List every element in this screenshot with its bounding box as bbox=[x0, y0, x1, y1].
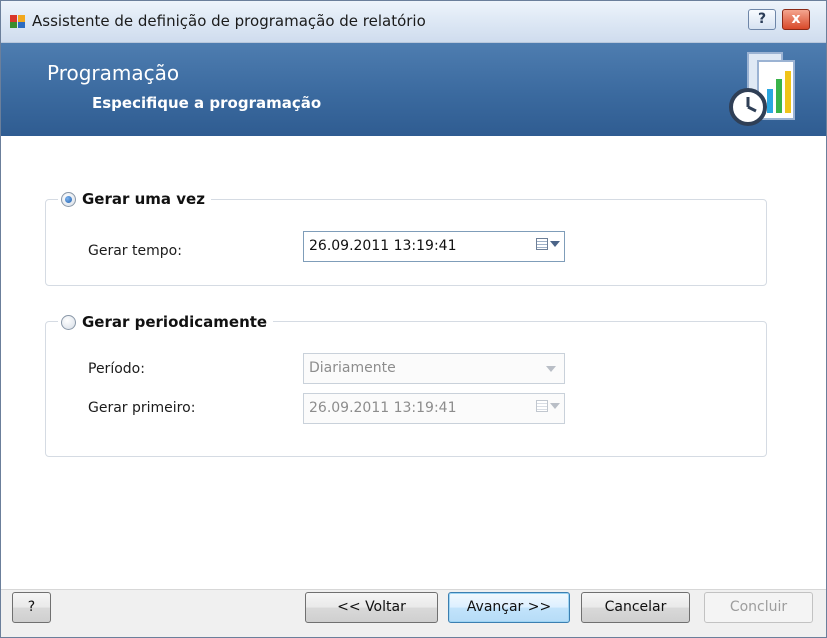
calendar-chart-clock-icon bbox=[729, 52, 795, 126]
radio-selected-icon[interactable] bbox=[61, 191, 76, 207]
radio-unselected-icon[interactable] bbox=[61, 314, 76, 330]
cancel-button[interactable]: Cancelar bbox=[581, 592, 690, 623]
period-value: Diariamente bbox=[309, 360, 396, 376]
back-button[interactable]: << Voltar bbox=[305, 592, 438, 623]
generate-time-picker[interactable]: 26.09.2011 13:19:41 bbox=[303, 231, 565, 262]
page-title: Programação bbox=[47, 61, 180, 85]
generate-first-label: Gerar primeiro: bbox=[88, 400, 196, 416]
generate-once-radio[interactable]: Gerar uma vez bbox=[58, 190, 211, 208]
generate-once-label: Gerar uma vez bbox=[82, 190, 205, 208]
generate-periodically-group bbox=[45, 321, 767, 457]
generate-time-label: Gerar tempo: bbox=[88, 243, 182, 259]
help-icon: ? bbox=[757, 11, 767, 27]
calendar-dropdown-button[interactable] bbox=[536, 238, 560, 250]
help-button[interactable]: ? bbox=[12, 592, 51, 623]
chevron-down-icon bbox=[550, 241, 560, 247]
generate-periodically-radio[interactable]: Gerar periodicamente bbox=[58, 313, 274, 331]
wizard-window: Assistente de definição de programação d… bbox=[0, 0, 827, 638]
generate-first-value: 26.09.2011 13:19:41 bbox=[309, 400, 457, 416]
calendar-dropdown-button[interactable] bbox=[536, 400, 560, 412]
period-dropdown[interactable]: Diariamente bbox=[303, 353, 565, 384]
title-bar[interactable]: Assistente de definição de programação d… bbox=[1, 1, 826, 43]
period-label: Período: bbox=[88, 361, 145, 377]
finish-button[interactable]: Concluir bbox=[704, 592, 813, 623]
calendar-icon bbox=[536, 238, 548, 250]
title-help-button[interactable]: ? bbox=[748, 9, 776, 30]
page-subtitle: Especifique a programação bbox=[92, 94, 322, 112]
close-button[interactable]: x bbox=[782, 9, 810, 30]
next-button[interactable]: Avançar >> bbox=[448, 592, 570, 623]
chevron-down-icon bbox=[546, 366, 556, 372]
window-title: Assistente de definição de programação d… bbox=[32, 12, 426, 30]
header-banner: Programação Especifique a programação bbox=[1, 43, 826, 136]
generate-periodically-label: Gerar periodicamente bbox=[82, 313, 268, 331]
close-icon: x bbox=[791, 11, 801, 27]
avg-logo-icon bbox=[10, 15, 25, 28]
calendar-icon bbox=[536, 400, 548, 412]
chevron-down-icon bbox=[550, 403, 560, 409]
generate-first-picker[interactable]: 26.09.2011 13:19:41 bbox=[303, 393, 565, 424]
generate-time-value[interactable]: 26.09.2011 13:19:41 bbox=[309, 238, 457, 254]
